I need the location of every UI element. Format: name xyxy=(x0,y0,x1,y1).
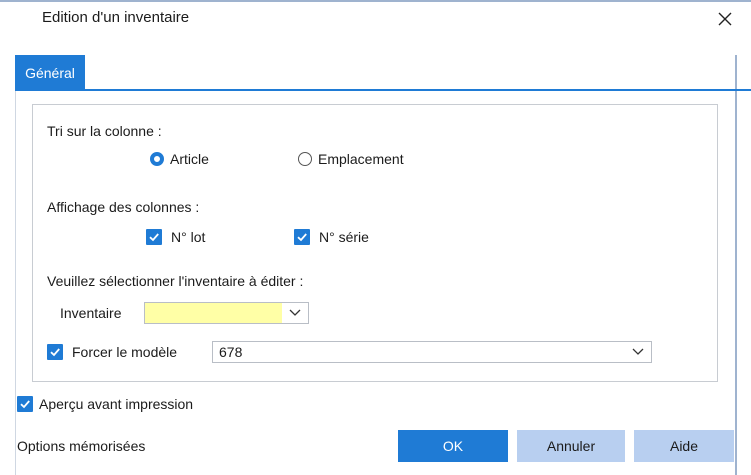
saved-options-link[interactable]: Options mémorisées xyxy=(17,438,145,454)
checkbox-serie[interactable]: N° série xyxy=(294,229,369,245)
checkbox-force-model[interactable]: Forcer le modèle xyxy=(47,344,177,360)
ok-button[interactable]: OK xyxy=(398,430,508,462)
radio-article-label: Article xyxy=(170,151,209,167)
radio-emplacement[interactable]: Emplacement xyxy=(298,151,404,167)
close-button[interactable] xyxy=(706,4,744,34)
checkbox-force-model-box xyxy=(47,344,63,360)
checkbox-serie-label: N° série xyxy=(319,229,369,245)
checkmark-icon xyxy=(149,233,159,242)
chevron-down-icon xyxy=(632,348,644,355)
columns-label: Affichage des colonnes : xyxy=(47,199,200,215)
checkbox-lot-box xyxy=(146,229,162,245)
checkbox-lot[interactable]: N° lot xyxy=(146,229,205,245)
tab-general-label: Général xyxy=(25,65,75,81)
radio-article[interactable]: Article xyxy=(150,151,209,167)
checkbox-serie-box xyxy=(294,229,310,245)
tab-strip: Général xyxy=(15,55,751,91)
inventory-select-toggle[interactable] xyxy=(282,303,308,323)
checkmark-icon xyxy=(20,400,30,409)
help-button[interactable]: Aide xyxy=(634,430,734,462)
tab-frame-left xyxy=(15,55,16,475)
chevron-down-icon xyxy=(289,309,301,316)
sort-label: Tri sur la colonne : xyxy=(47,123,162,139)
tab-frame-right xyxy=(735,55,737,475)
model-select-toggle[interactable] xyxy=(625,342,651,362)
cancel-button[interactable]: Annuler xyxy=(517,430,625,462)
checkbox-lot-label: N° lot xyxy=(171,229,206,245)
window-title: Edition d'un inventaire xyxy=(42,9,190,26)
radio-emplacement-indicator xyxy=(298,152,312,166)
inventory-prompt: Veuillez sélectionner l'inventaire à édi… xyxy=(47,273,304,289)
radio-emplacement-label: Emplacement xyxy=(318,151,404,167)
tab-general[interactable]: Général xyxy=(15,55,85,91)
checkbox-preview[interactable]: Aperçu avant impression xyxy=(17,396,193,412)
inventory-select-value xyxy=(145,303,282,323)
close-icon xyxy=(718,12,732,26)
checkmark-icon xyxy=(50,348,60,357)
model-select[interactable]: 678 xyxy=(212,341,652,363)
model-select-value: 678 xyxy=(219,344,243,360)
checkbox-force-model-label: Forcer le modèle xyxy=(72,344,178,360)
dialog-window: Edition d'un inventaire Général Tri sur … xyxy=(0,0,751,475)
radio-article-indicator xyxy=(150,152,164,166)
checkmark-icon xyxy=(297,233,307,242)
checkbox-preview-box xyxy=(17,396,33,412)
inventory-field-label: Inventaire xyxy=(60,305,122,321)
title-bar: Edition d'un inventaire xyxy=(0,0,751,32)
checkbox-preview-label: Aperçu avant impression xyxy=(39,396,194,412)
inventory-select[interactable] xyxy=(144,302,309,324)
